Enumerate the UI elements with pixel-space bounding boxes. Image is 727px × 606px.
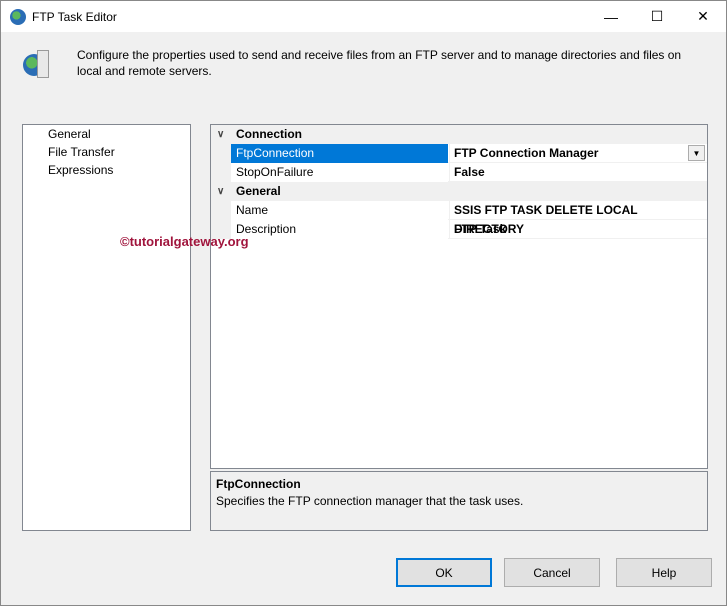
property-value[interactable]: FTP Task — [449, 220, 707, 239]
property-name: FtpConnection — [231, 144, 448, 163]
category-label: General — [236, 184, 281, 198]
help-text: Specifies the FTP connection manager tha… — [216, 494, 524, 508]
property-grid: ∨ Connection FtpConnection FTP Connection… — [210, 124, 708, 469]
nav-item-file-transfer[interactable]: File Transfer — [23, 143, 190, 161]
property-row-description[interactable]: Description FTP Task — [211, 220, 707, 239]
close-button[interactable]: ✕ — [680, 1, 726, 32]
category-label: Connection — [236, 127, 302, 141]
property-value[interactable]: FTP Connection Manager ▼ — [449, 144, 707, 163]
nav-item-expressions[interactable]: Expressions — [23, 161, 190, 179]
nav-list: General File Transfer Expressions — [22, 124, 191, 531]
property-row-stoponfailure[interactable]: StopOnFailure False — [211, 163, 707, 182]
property-value[interactable]: SSIS FTP TASK DELETE LOCAL DIRECTORY — [449, 201, 707, 236]
help-panel: FtpConnection Specifies the FTP connecti… — [210, 471, 708, 531]
help-button[interactable]: Help — [616, 558, 712, 587]
value-text: FTP Connection Manager — [454, 146, 599, 160]
property-name: StopOnFailure — [231, 163, 448, 182]
property-value[interactable]: False — [449, 163, 707, 182]
chevron-down-icon[interactable]: ∨ — [217, 125, 224, 144]
property-row-name[interactable]: Name SSIS FTP TASK DELETE LOCAL DIRECTOR… — [211, 201, 707, 236]
chevron-down-icon[interactable]: ∨ — [217, 182, 224, 201]
header: Configure the properties used to send an… — [1, 32, 726, 102]
minimize-button[interactable]: — — [588, 1, 634, 32]
property-name: Name — [231, 201, 448, 220]
category-general[interactable]: ∨ General — [211, 182, 707, 201]
watermark: ©tutorialgateway.org — [120, 234, 249, 249]
ftp-server-icon — [23, 50, 53, 80]
property-name: Description — [231, 220, 448, 239]
window-title: FTP Task Editor — [32, 9, 117, 24]
maximize-button[interactable]: ☐ — [634, 1, 680, 32]
category-connection[interactable]: ∨ Connection — [211, 125, 707, 144]
property-row-ftpconnection[interactable]: FtpConnection FTP Connection Manager ▼ — [211, 144, 707, 163]
chevron-down-icon[interactable]: ▼ — [688, 145, 705, 161]
help-title: FtpConnection — [216, 477, 301, 491]
cancel-button[interactable]: Cancel — [504, 558, 600, 587]
nav-item-general[interactable]: General — [23, 125, 190, 143]
ok-button[interactable]: OK — [396, 558, 492, 587]
ftp-task-icon — [10, 8, 26, 25]
header-description: Configure the properties used to send an… — [77, 48, 682, 78]
title-bar: FTP Task Editor — ☐ ✕ — [1, 1, 726, 32]
